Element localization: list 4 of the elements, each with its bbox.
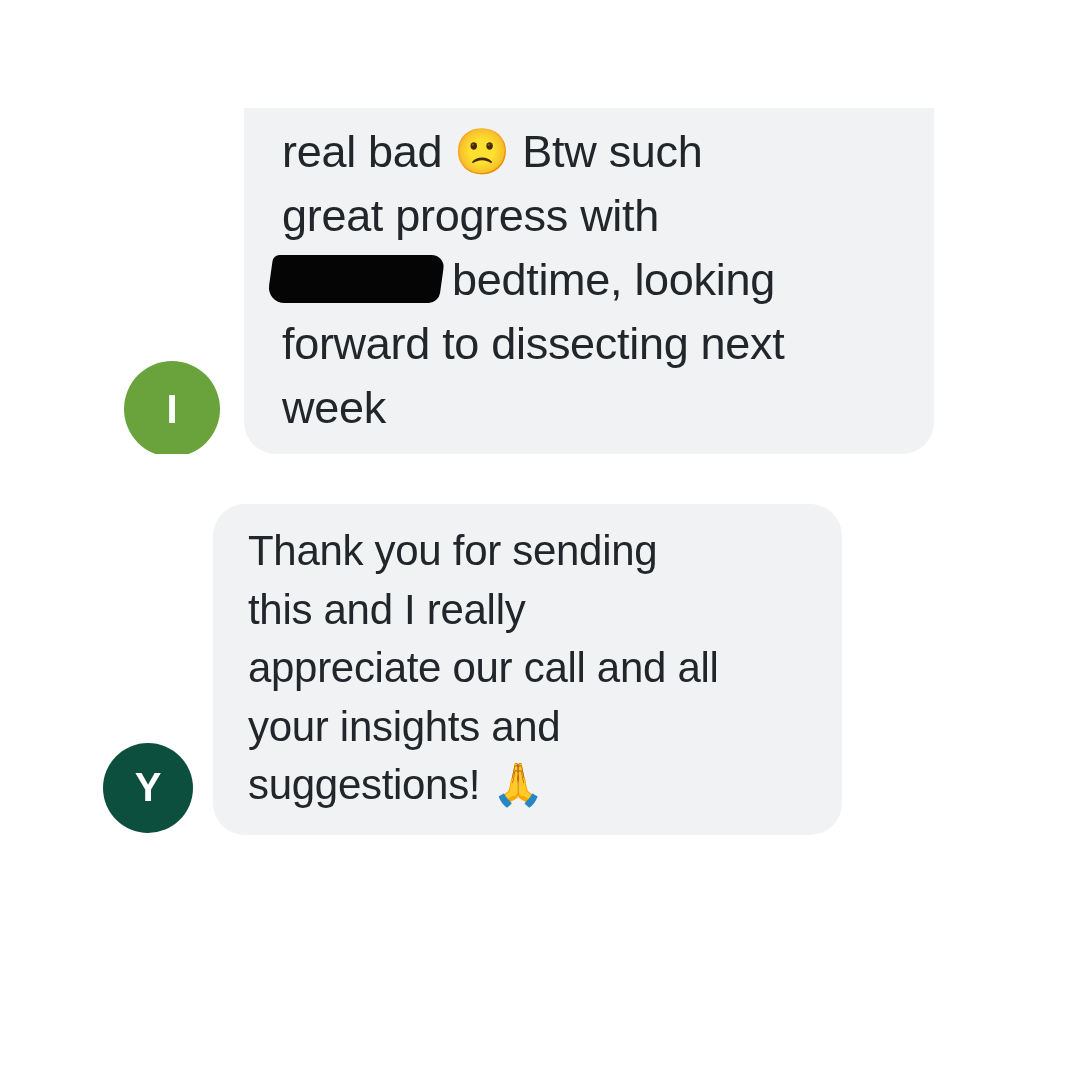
avatar: I [124,361,220,454]
message-text: bedtime, looking forward to dissecting next week [282,254,785,433]
avatar: Y [103,742,193,833]
message-text: Thank you for sending this and I really appreciate our call and all your insights and suggestions! 🙏 [248,527,719,808]
